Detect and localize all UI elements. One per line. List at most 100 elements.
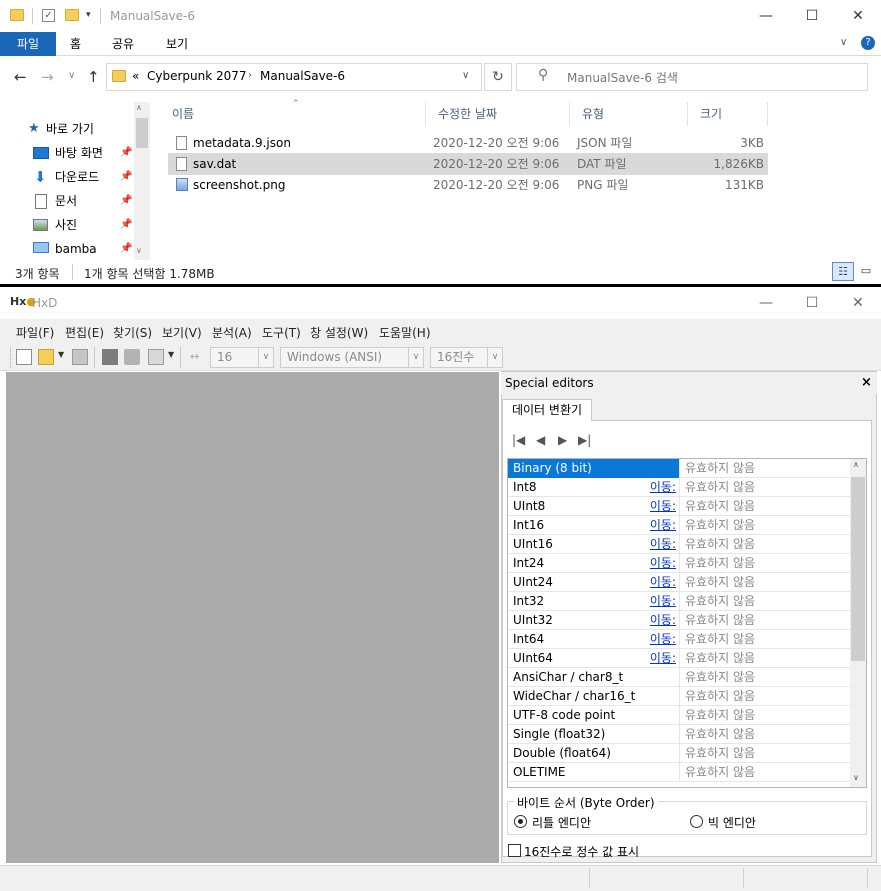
inspector-type-cell[interactable]: UInt8 이동:: [508, 497, 680, 516]
nav-item-desktop[interactable]: 바탕 화면 📌: [0, 142, 132, 164]
nav-item-bamba[interactable]: bamba 📌: [0, 238, 132, 260]
goto-link[interactable]: 이동:: [650, 611, 676, 630]
inspector-type-cell[interactable]: WideChar / char16_t: [508, 687, 680, 706]
inspector-row[interactable]: UInt8 이동: 유효하지 않음: [508, 497, 851, 516]
inspector-row[interactable]: Int32 이동: 유효하지 않음: [508, 592, 851, 611]
menu-view[interactable]: 보기(V): [162, 324, 202, 341]
address-dropdown-icon[interactable]: ∨: [462, 70, 469, 81]
close-icon[interactable]: ✕: [835, 0, 881, 32]
inspector-type-cell[interactable]: UInt64 이동:: [508, 649, 680, 668]
help-icon[interactable]: ?: [861, 36, 875, 50]
open-dropdown-icon[interactable]: ▼: [58, 350, 64, 359]
inspector-row[interactable]: Int8 이동: 유효하지 않음: [508, 478, 851, 497]
inspector-type-cell[interactable]: UInt24 이동:: [508, 573, 680, 592]
tab-share[interactable]: 공유: [98, 32, 148, 56]
menu-window[interactable]: 창 설정(W): [310, 324, 368, 341]
inspector-type-cell[interactable]: AnsiChar / char8_t: [508, 668, 680, 687]
inspector-type-cell[interactable]: Int8 이동:: [508, 478, 680, 497]
goto-link[interactable]: 이동:: [650, 649, 676, 668]
qat-dropdown-icon[interactable]: ▾: [86, 10, 91, 20]
inspector-row[interactable]: UInt16 이동: 유효하지 않음: [508, 535, 851, 554]
goto-link[interactable]: 이동:: [650, 497, 676, 516]
inspector-row[interactable]: Single (float32) 유효하지 않음: [508, 725, 851, 744]
big-endian-radio[interactable]: [690, 815, 703, 828]
breadcrumb-item-cyberpunk[interactable]: Cyberpunk 2077: [147, 69, 247, 83]
hex-integer-checkbox[interactable]: [508, 844, 521, 857]
inspector-value[interactable]: 유효하지 않음: [685, 573, 755, 592]
tab-view[interactable]: 보기: [152, 32, 202, 56]
inspector-value[interactable]: 유효하지 않음: [685, 630, 755, 649]
new-folder-icon[interactable]: [65, 9, 79, 21]
inspector-value[interactable]: 유효하지 않음: [685, 744, 755, 763]
inspector-row[interactable]: OLETIME 유효하지 않음: [508, 763, 851, 782]
next-icon[interactable]: ▶: [558, 433, 567, 447]
properties-icon[interactable]: ✓: [42, 9, 55, 22]
offset-base-select[interactable]: 16진수 ∨: [430, 347, 503, 368]
tab-data-inspector[interactable]: 데이터 변환기: [502, 399, 592, 421]
menu-edit[interactable]: 편집(E): [65, 324, 104, 341]
ribbon-expand-icon[interactable]: ∨: [840, 37, 847, 48]
inspector-value[interactable]: 유효하지 않음: [685, 497, 755, 516]
details-view-icon[interactable]: ☷: [832, 262, 854, 281]
little-endian-radio[interactable]: [514, 815, 527, 828]
goto-link[interactable]: 이동:: [650, 592, 676, 611]
last-icon[interactable]: ▶|: [578, 433, 591, 447]
first-icon[interactable]: |◀: [512, 433, 525, 447]
inspector-row[interactable]: AnsiChar / char8_t 유효하지 않음: [508, 668, 851, 687]
inspector-row[interactable]: Int16 이동: 유효하지 않음: [508, 516, 851, 535]
minimize-icon[interactable]: —: [743, 0, 789, 32]
inspector-value[interactable]: 유효하지 않음: [685, 687, 755, 706]
tab-file[interactable]: 파일: [0, 32, 56, 56]
panel-close-icon[interactable]: ×: [861, 375, 872, 390]
goto-link[interactable]: 이동:: [650, 573, 676, 592]
breadcrumb-separator-icon[interactable]: ›: [248, 70, 252, 81]
column-header-date[interactable]: 수정한 날짜: [426, 102, 570, 126]
scroll-up-icon[interactable]: ∧: [136, 103, 142, 112]
save-icon[interactable]: [72, 349, 88, 365]
breadcrumb-prefix[interactable]: «: [132, 69, 139, 83]
inspector-row[interactable]: UInt64 이동: 유효하지 않음: [508, 649, 851, 668]
bytes-per-row-select[interactable]: 16 ∨: [210, 347, 274, 368]
breadcrumb-item-manualsave[interactable]: ManualSave-6: [260, 69, 345, 83]
menu-file[interactable]: 파일(F): [16, 324, 54, 341]
inspector-type-cell[interactable]: UInt32 이동:: [508, 611, 680, 630]
nav-item-downloads[interactable]: ⬇ 다운로드 📌: [0, 166, 132, 188]
inspector-value[interactable]: 유효하지 않음: [685, 459, 755, 478]
nav-quick-access[interactable]: ★ 바로 가기: [0, 118, 132, 140]
scroll-down-icon[interactable]: ∨: [136, 246, 142, 255]
inspector-type-cell[interactable]: Int64 이동:: [508, 630, 680, 649]
scroll-thumb[interactable]: [136, 118, 148, 148]
inspector-row[interactable]: UInt24 이동: 유효하지 않음: [508, 573, 851, 592]
menu-analysis[interactable]: 분석(A): [212, 324, 252, 341]
minimize-icon[interactable]: —: [743, 287, 789, 319]
inspector-row[interactable]: Int64 이동: 유효하지 않음: [508, 630, 851, 649]
inspector-type-cell[interactable]: OLETIME: [508, 763, 680, 782]
inspector-value[interactable]: 유효하지 않음: [685, 554, 755, 573]
folder-icon[interactable]: [10, 9, 24, 21]
menu-help[interactable]: 도움말(H): [379, 324, 431, 341]
file-row[interactable]: sav.dat 2020-12-20 오전 9:06 DAT 파일 1,826K…: [168, 153, 768, 175]
inspector-row[interactable]: Double (float64) 유효하지 않음: [508, 744, 851, 763]
inspector-row[interactable]: Binary (8 bit) 유효하지 않음: [508, 459, 851, 478]
inspector-value[interactable]: 유효하지 않음: [685, 668, 755, 687]
goto-link[interactable]: 이동:: [650, 478, 676, 497]
process-icon[interactable]: [148, 349, 164, 365]
up-arrow-icon[interactable]: ↑: [87, 68, 100, 86]
maximize-icon[interactable]: ☐: [789, 287, 835, 319]
goto-link[interactable]: 이동:: [650, 554, 676, 573]
refresh-icon[interactable]: ↻: [484, 63, 512, 91]
ram-icon[interactable]: [102, 349, 118, 365]
nav-item-documents[interactable]: 문서 📌: [0, 190, 132, 212]
inspector-value[interactable]: 유효하지 않음: [685, 763, 755, 782]
charset-select[interactable]: Windows (ANSI) ∨: [280, 347, 424, 368]
inspector-type-cell[interactable]: Double (float64): [508, 744, 680, 763]
new-file-icon[interactable]: [16, 349, 32, 365]
inspector-row[interactable]: UTF-8 code point 유효하지 않음: [508, 706, 851, 725]
goto-link[interactable]: 이동:: [650, 516, 676, 535]
inspector-type-cell[interactable]: Int16 이동:: [508, 516, 680, 535]
tab-home[interactable]: 홈: [56, 32, 95, 56]
process-dropdown-icon[interactable]: ▼: [168, 350, 174, 359]
inspector-value[interactable]: 유효하지 않음: [685, 478, 755, 497]
file-row[interactable]: screenshot.png 2020-12-20 오전 9:06 PNG 파일…: [168, 174, 768, 196]
hex-editor-area[interactable]: [6, 372, 499, 863]
